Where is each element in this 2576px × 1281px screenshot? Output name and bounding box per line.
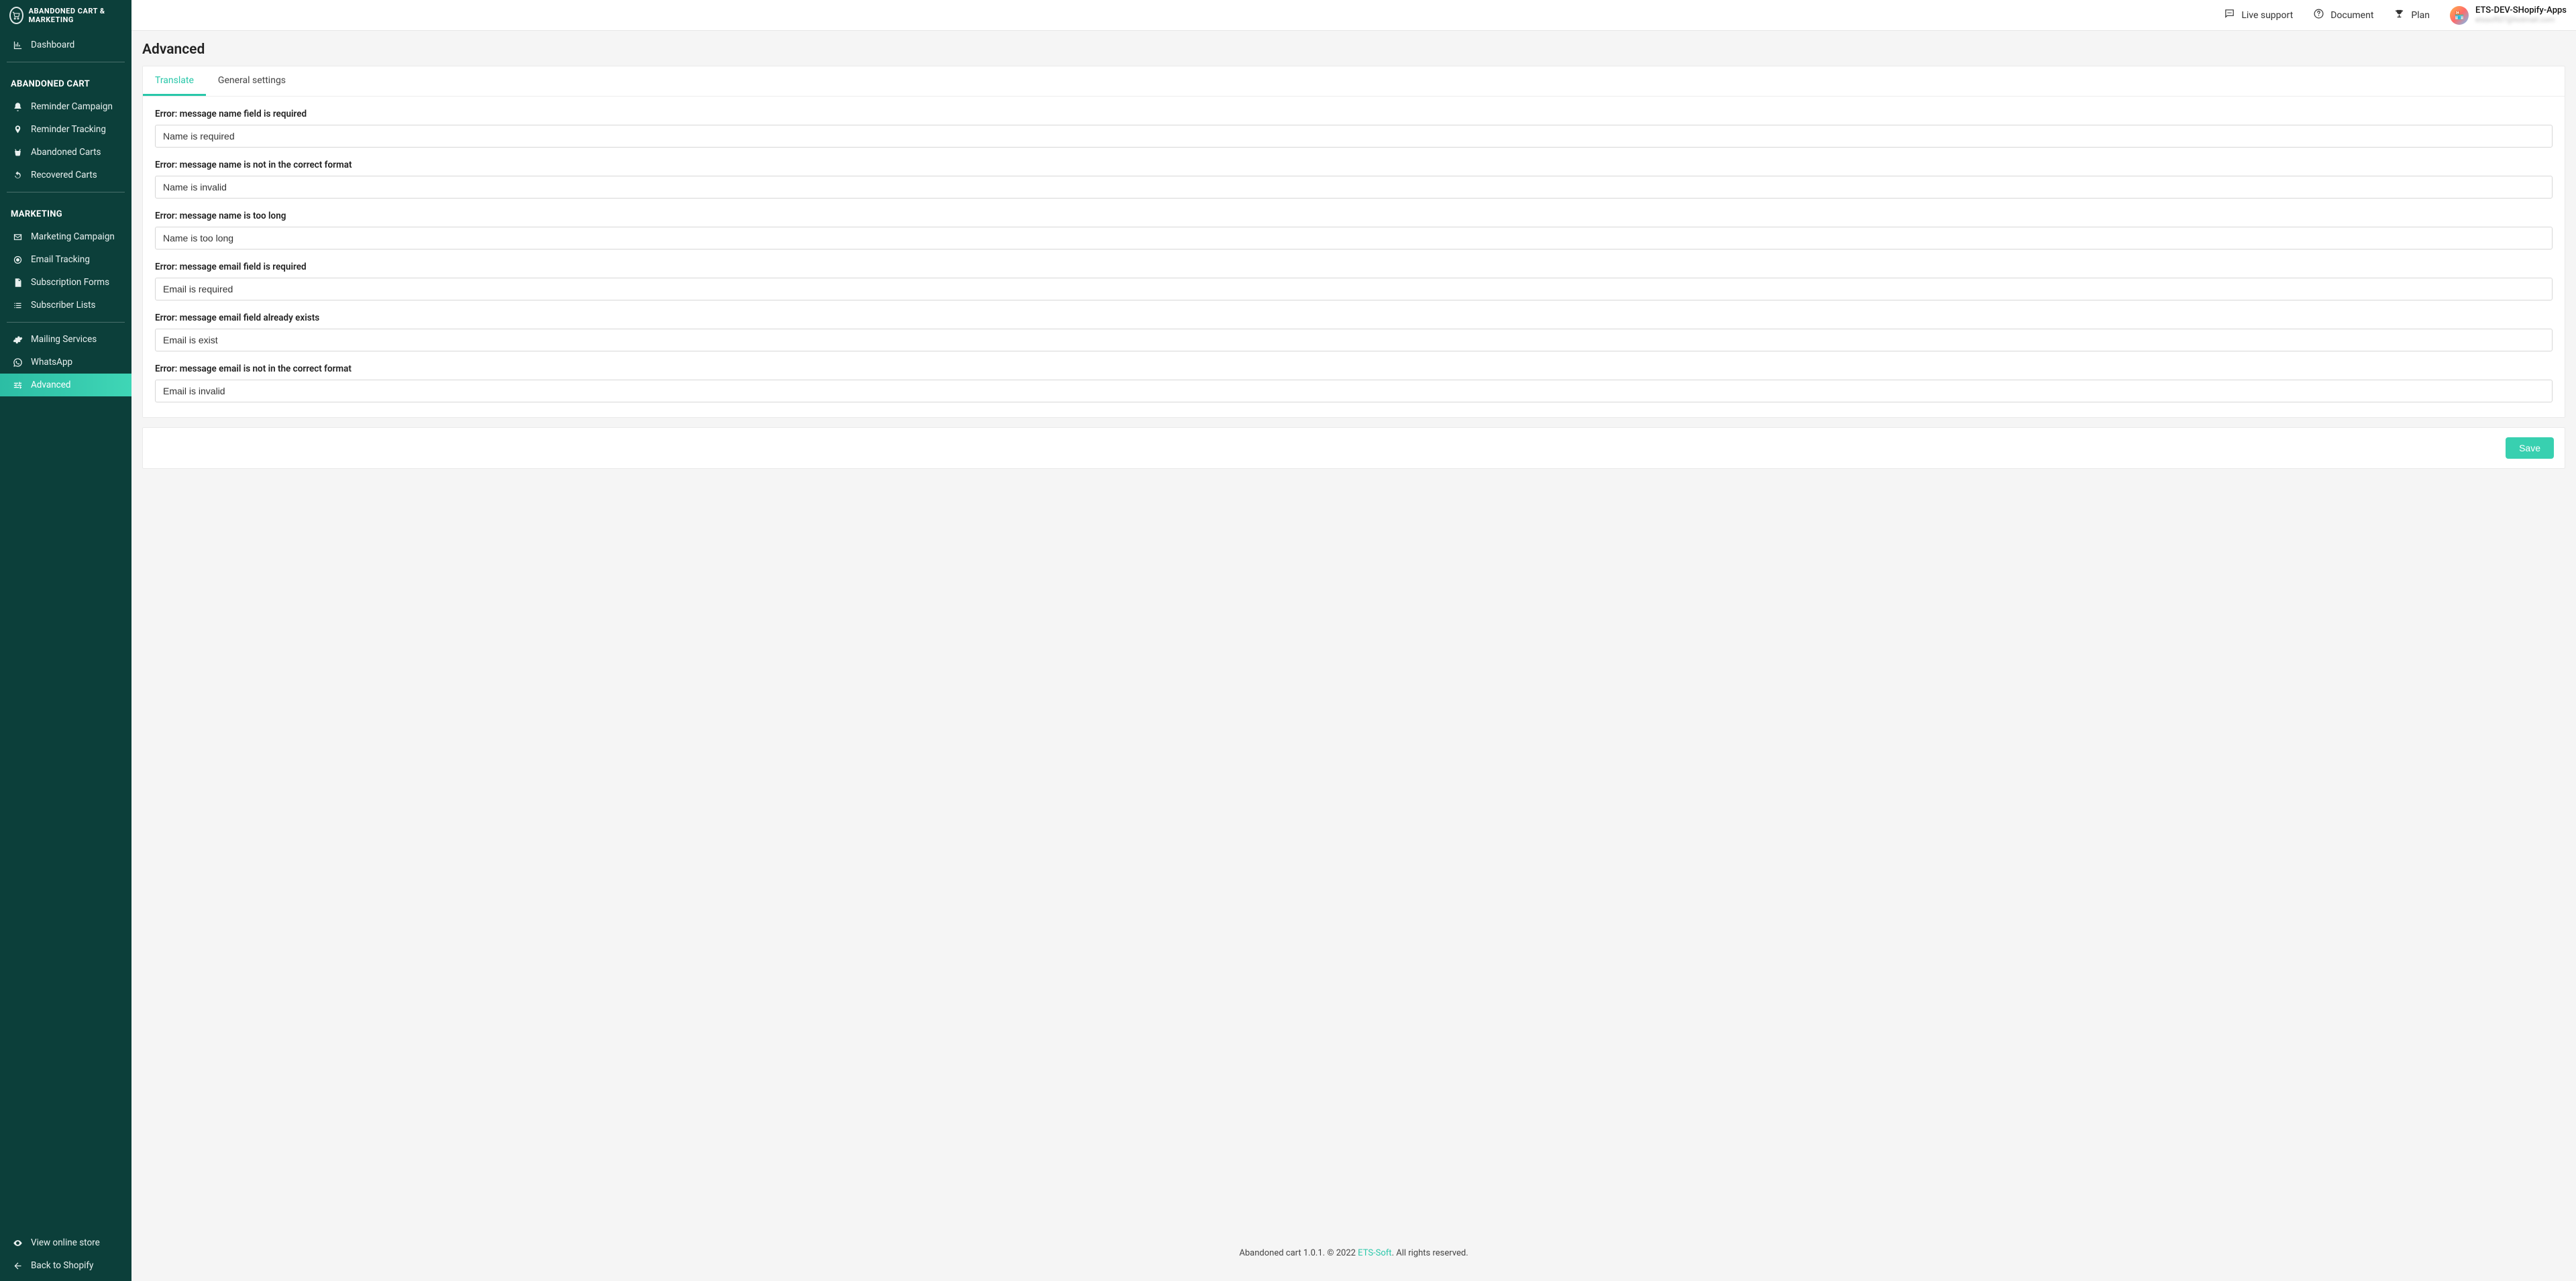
- field-email-exists: Error: message email field already exist…: [155, 313, 2553, 351]
- field-input[interactable]: [155, 227, 2553, 249]
- sidebar-item-subscription-forms[interactable]: Subscription Forms: [0, 271, 131, 294]
- field-label: Error: message name field is required: [155, 109, 2553, 119]
- sidebar-item-label: Reminder Tracking: [31, 124, 106, 135]
- sidebar-item-label: Advanced: [31, 380, 71, 390]
- gear-icon: [12, 335, 23, 345]
- sidebar-item-marketing-campaign[interactable]: Marketing Campaign: [0, 225, 131, 248]
- sidebar-item-label: Recovered Carts: [31, 170, 97, 180]
- sidebar-item-label: WhatsApp: [31, 357, 72, 368]
- tab-translate[interactable]: Translate: [143, 66, 206, 96]
- tabs: Translate General settings: [143, 66, 2565, 97]
- field-input[interactable]: [155, 278, 2553, 300]
- field-label: Error: message name is not in the correc…: [155, 160, 2553, 170]
- trophy-icon: [2394, 8, 2405, 22]
- tab-general-settings[interactable]: General settings: [206, 66, 298, 96]
- brand: ABANDONED CART & MARKETING: [0, 0, 131, 34]
- field-input[interactable]: [155, 125, 2553, 148]
- sidebar-item-dashboard[interactable]: Dashboard: [0, 34, 131, 56]
- sidebar-item-email-tracking[interactable]: Email Tracking: [0, 248, 131, 271]
- mail-icon: [12, 232, 23, 242]
- user-info: ETS-DEV-SHopify-Apps etssoft07@hotmail.c…: [2475, 6, 2567, 25]
- whatsapp-icon: [12, 357, 23, 368]
- back-icon: [12, 1261, 23, 1271]
- field-name-invalid: Error: message name is not in the correc…: [155, 160, 2553, 199]
- field-name-required: Error: message name field is required: [155, 109, 2553, 148]
- chart-icon: [12, 40, 23, 50]
- sidebar-item-reminder-tracking[interactable]: Reminder Tracking: [0, 118, 131, 141]
- file-icon: [12, 278, 23, 288]
- sidebar-item-mailing-services[interactable]: Mailing Services: [0, 328, 131, 351]
- settings-card: Translate General settings Error: messag…: [142, 66, 2565, 418]
- field-email-invalid: Error: message email is not in the corre…: [155, 364, 2553, 402]
- field-input[interactable]: [155, 329, 2553, 351]
- form-body: Error: message name field is required Er…: [143, 97, 2565, 417]
- list-icon: [12, 300, 23, 311]
- topbar-live-support[interactable]: Live support: [2224, 8, 2293, 22]
- sidebar-item-label: Abandoned Carts: [31, 147, 101, 158]
- user-name: ETS-DEV-SHopify-Apps: [2475, 6, 2567, 16]
- sliders-icon: [12, 380, 23, 390]
- sidebar-item-reminder-campaign[interactable]: Reminder Campaign: [0, 95, 131, 118]
- sidebar-item-label: Dashboard: [31, 40, 74, 50]
- user-email: etssoft07@hotmail.com: [2475, 16, 2567, 25]
- save-button[interactable]: Save: [2506, 437, 2554, 459]
- field-label: Error: message email field already exist…: [155, 313, 2553, 323]
- sidebar-item-label: Marketing Campaign: [31, 231, 115, 242]
- topbar-plan[interactable]: Plan: [2394, 8, 2430, 22]
- sidebar-item-view-online-store[interactable]: View online store: [0, 1231, 131, 1254]
- sidebar-item-label: View online store: [31, 1237, 100, 1248]
- footer-suffix: . All rights reserved.: [1392, 1248, 1468, 1258]
- topbar: Live support Document Plan 🏪 ETS-DEV-SHo…: [131, 0, 2576, 31]
- sidebar-item-advanced[interactable]: Advanced: [0, 374, 131, 396]
- target-icon: [12, 255, 23, 265]
- sidebar-item-label: Email Tracking: [31, 254, 90, 265]
- footer-prefix: Abandoned cart 1.0.1. © 2022: [1239, 1248, 1358, 1258]
- sidebar: ABANDONED CART & MARKETING Dashboard ABA…: [0, 0, 131, 1281]
- sidebar-item-label: Subscriber Lists: [31, 300, 96, 311]
- refresh-icon: [12, 170, 23, 180]
- field-input[interactable]: [155, 176, 2553, 199]
- sidebar-item-label: Back to Shopify: [31, 1260, 93, 1271]
- help-icon: [2313, 8, 2324, 22]
- field-email-required: Error: message email field is required: [155, 262, 2553, 300]
- sidebar-heading-abandoned: ABANDONED CART: [0, 73, 131, 95]
- sidebar-heading-marketing: MARKETING: [0, 203, 131, 225]
- field-input[interactable]: [155, 380, 2553, 402]
- actionbar: Save: [143, 428, 2565, 468]
- field-label: Error: message email field is required: [155, 262, 2553, 272]
- basket-icon: [12, 148, 23, 158]
- brand-logo: [9, 7, 23, 24]
- field-name-too-long: Error: message name is too long: [155, 211, 2553, 249]
- topbar-user[interactable]: 🏪 ETS-DEV-SHopify-Apps etssoft07@hotmail…: [2450, 6, 2567, 25]
- field-label: Error: message name is too long: [155, 211, 2553, 221]
- sidebar-item-back-to-shopify[interactable]: Back to Shopify: [0, 1254, 131, 1277]
- topbar-label: Live support: [2241, 10, 2293, 21]
- main: Live support Document Plan 🏪 ETS-DEV-SHo…: [131, 0, 2576, 1281]
- topbar-document[interactable]: Document: [2313, 8, 2373, 22]
- sidebar-item-label: Mailing Services: [31, 334, 97, 345]
- page-title: Advanced: [142, 42, 2565, 58]
- footer: Abandoned cart 1.0.1. © 2022 ETS-Soft. A…: [142, 1236, 2565, 1270]
- sidebar-item-whatsapp[interactable]: WhatsApp: [0, 351, 131, 374]
- field-label: Error: message email is not in the corre…: [155, 364, 2553, 374]
- sidebar-item-label: Reminder Campaign: [31, 101, 113, 112]
- brand-title: ABANDONED CART & MARKETING: [29, 7, 122, 24]
- sidebar-item-abandoned-carts[interactable]: Abandoned Carts: [0, 141, 131, 164]
- sidebar-item-label: Subscription Forms: [31, 277, 109, 288]
- pin-icon: [12, 125, 23, 135]
- sidebar-item-recovered-carts[interactable]: Recovered Carts: [0, 164, 131, 186]
- divider: [7, 322, 125, 323]
- topbar-label: Plan: [2411, 10, 2430, 21]
- footer-link[interactable]: ETS-Soft: [1358, 1248, 1391, 1258]
- topbar-label: Document: [2330, 10, 2373, 21]
- chat-icon: [2224, 8, 2235, 22]
- bell-icon: [12, 102, 23, 112]
- eye-icon: [12, 1238, 23, 1248]
- action-card: Save: [142, 427, 2565, 469]
- content: Advanced Translate General settings Erro…: [131, 31, 2576, 1281]
- avatar: 🏪: [2450, 6, 2469, 25]
- sidebar-item-subscriber-lists[interactable]: Subscriber Lists: [0, 294, 131, 317]
